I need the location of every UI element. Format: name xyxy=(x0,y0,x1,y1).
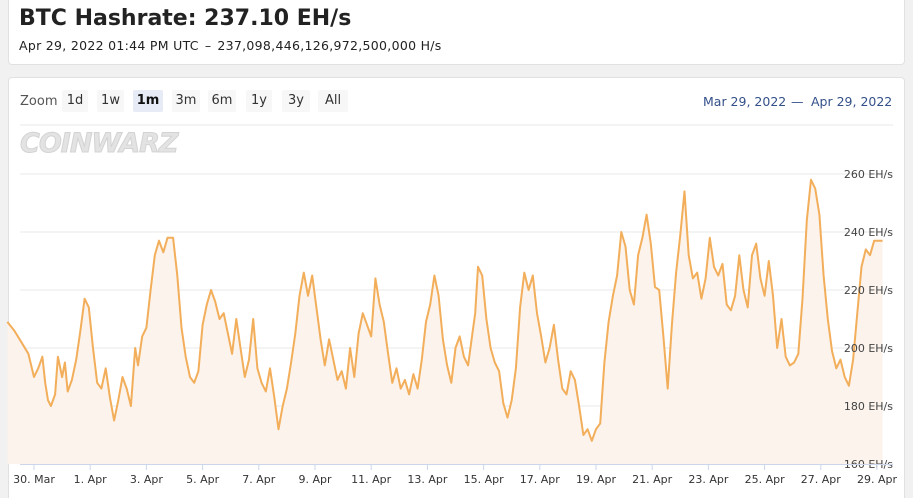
x-tick-label: 29. Apr xyxy=(857,473,897,486)
x-tick-label: 25. Apr xyxy=(745,473,785,486)
x-tick-label: 27. Apr xyxy=(801,473,841,486)
y-tick-label: 220 EH/s xyxy=(844,284,893,297)
y-tick-label: 240 EH/s xyxy=(844,226,893,239)
x-tick-label: 3. Apr xyxy=(130,473,163,486)
x-tick-label: 13. Apr xyxy=(407,473,447,486)
x-tick-label: 23. Apr xyxy=(688,473,728,486)
x-tick-label: 15. Apr xyxy=(464,473,504,486)
x-tick-label: 11. Apr xyxy=(351,473,391,486)
x-tick-label: 21. Apr xyxy=(632,473,672,486)
x-tick-label: 19. Apr xyxy=(576,473,616,486)
x-tick-label: 30. Mar xyxy=(13,473,55,486)
hashrate-area xyxy=(7,179,883,465)
hashrate-chart: 160 EH/s180 EH/s200 EH/s220 EH/s240 EH/s… xyxy=(6,124,897,486)
y-tick-label: 180 EH/s xyxy=(844,400,893,413)
x-tick-label: 5. Apr xyxy=(186,473,219,486)
y-tick-label: 200 EH/s xyxy=(844,342,893,355)
y-tick-label: 260 EH/s xyxy=(844,168,893,181)
x-axis: 30. Mar 1. Apr 3. Apr 5. Apr 7. Apr 9. Apr 11.… xyxy=(13,464,897,486)
x-tick-label: 17. Apr xyxy=(520,473,560,486)
x-tick-label: 1. Apr xyxy=(74,473,107,486)
x-tick-label: 7. Apr xyxy=(242,473,275,486)
x-tick-label: 9. Apr xyxy=(298,473,331,486)
